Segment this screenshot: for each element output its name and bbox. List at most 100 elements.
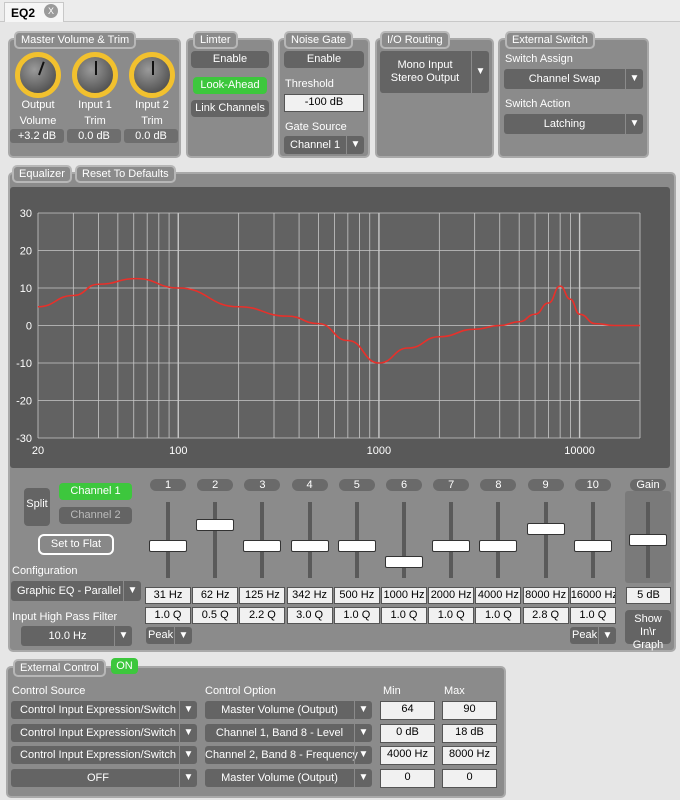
knob-label-2: Trim xyxy=(84,115,106,127)
chevron-down-icon: ▼ xyxy=(354,768,372,787)
control-source-select[interactable]: Control Input Expression/Switch ▼ xyxy=(11,723,197,742)
switch-action-select[interactable]: Latching ▼ xyxy=(504,114,643,134)
band-frequency-field[interactable]: 2000 Hz xyxy=(428,587,475,604)
band-q-field[interactable]: 1.0 Q xyxy=(333,607,380,624)
show-in-graph-button[interactable]: Show In\r Graph xyxy=(625,610,671,651)
control-option-select[interactable]: Channel 1, Band 8 - Level ▼ xyxy=(205,723,372,742)
min-field[interactable]: 4000 Hz xyxy=(380,746,435,765)
max-field[interactable]: 0 xyxy=(442,768,497,788)
external-control-title: External Control xyxy=(13,659,106,677)
gate-source-label: Gate Source xyxy=(285,121,347,133)
band-slider-handle[interactable] xyxy=(432,540,471,552)
band-frequency-field[interactable]: 1000 Hz xyxy=(381,587,427,604)
y-tick-label: 0 xyxy=(26,321,32,333)
band-frequency-field[interactable]: 62 Hz xyxy=(192,587,239,604)
channel-2-button[interactable]: Channel 2 xyxy=(59,507,132,524)
gate-enable-button[interactable]: Enable xyxy=(284,51,364,68)
gain-slider-handle[interactable] xyxy=(629,533,667,546)
close-tab-icon[interactable]: X xyxy=(44,4,58,18)
max-field[interactable]: 18 dB xyxy=(442,723,497,743)
control-option-label: Control Option xyxy=(205,685,276,697)
control-option-select[interactable]: Channel 2, Band 8 - Frequency ▼ xyxy=(205,746,372,764)
band-number: 7 xyxy=(433,479,470,491)
band-frequency-field[interactable]: 16000 Hz xyxy=(569,587,616,604)
knob-label-2: Volume xyxy=(19,115,57,127)
band-slider-handle[interactable] xyxy=(573,540,612,552)
max-field[interactable]: 90 xyxy=(442,701,497,720)
chevron-down-icon: ▼ xyxy=(114,626,132,646)
chevron-down-icon: ▼ xyxy=(179,723,197,742)
knob-value[interactable]: +3.2 dB xyxy=(10,129,64,143)
band-q-field[interactable]: 1.0 Q xyxy=(428,607,475,624)
band-number: 1 xyxy=(150,479,186,491)
band-slider-handle[interactable] xyxy=(337,540,376,552)
y-tick-label: -20 xyxy=(16,396,32,408)
split-button[interactable]: Split xyxy=(24,488,50,526)
control-option-select[interactable]: Master Volume (Output) ▼ xyxy=(205,768,372,787)
link-channels-button[interactable]: Link Channels xyxy=(191,100,269,117)
band-q-field[interactable]: 1.0 Q xyxy=(569,607,616,624)
band-q-field[interactable]: 2.8 Q xyxy=(522,607,569,624)
tab-bar xyxy=(0,0,680,22)
band-slider-handle[interactable] xyxy=(526,522,565,535)
band-slider-handle[interactable] xyxy=(290,540,329,552)
switch-assign-select[interactable]: Channel Swap ▼ xyxy=(504,69,643,89)
min-label: Min xyxy=(383,685,401,697)
external-control-on-toggle[interactable]: ON xyxy=(111,658,138,674)
band-slider-track[interactable] xyxy=(213,502,218,578)
band-q-field[interactable]: 2.2 Q xyxy=(239,607,286,624)
hpf-select[interactable]: 10.0 Hz ▼ xyxy=(21,626,132,646)
io-routing-select[interactable]: Mono Input Stereo Output ▼ xyxy=(380,51,489,93)
band-10-type-select[interactable]: Peak ▼ xyxy=(570,627,616,644)
min-field[interactable]: 0 xyxy=(380,768,435,788)
limiter-enable-button[interactable]: Enable xyxy=(191,51,269,68)
max-field[interactable]: 8000 Hz xyxy=(442,746,497,765)
threshold-field[interactable]: -100 dB xyxy=(284,94,364,112)
channel-1-button[interactable]: Channel 1 xyxy=(59,483,132,500)
chevron-down-icon: ▼ xyxy=(354,746,372,764)
band-q-field[interactable]: 1.0 Q xyxy=(381,607,427,624)
gain-value-field[interactable]: 5 dB xyxy=(626,587,671,604)
master-volume-title: Master Volume & Trim xyxy=(14,31,137,49)
control-source-select[interactable]: OFF ▼ xyxy=(11,768,197,787)
knob-0[interactable] xyxy=(15,52,61,98)
band-q-field[interactable]: 1.0 Q xyxy=(145,607,191,624)
band-frequency-field[interactable]: 8000 Hz xyxy=(522,587,569,604)
chevron-down-icon: ▼ xyxy=(174,627,192,644)
knob-label-2: Trim xyxy=(141,115,163,127)
band-1-type-select[interactable]: Peak ▼ xyxy=(146,627,192,644)
band-frequency-field[interactable]: 4000 Hz xyxy=(475,587,522,604)
band-slider-handle[interactable] xyxy=(149,540,187,552)
band-frequency-field[interactable]: 125 Hz xyxy=(239,587,286,604)
control-source-select[interactable]: Control Input Expression/Switch ▼ xyxy=(11,701,197,719)
y-tick-label: 30 xyxy=(20,208,32,220)
configuration-select[interactable]: Graphic EQ - Parallel ▼ xyxy=(11,581,141,601)
band-q-field[interactable]: 3.0 Q xyxy=(286,607,333,624)
band-slider-handle[interactable] xyxy=(196,518,235,531)
band-frequency-field[interactable]: 342 Hz xyxy=(286,587,333,604)
band-frequency-field[interactable]: 31 Hz xyxy=(145,587,191,604)
min-field[interactable]: 0 dB xyxy=(380,723,435,743)
band-slider-handle[interactable] xyxy=(479,540,518,552)
band-slider-track[interactable] xyxy=(543,502,548,578)
set-to-flat-button[interactable]: Set to Flat xyxy=(38,534,114,555)
gate-source-select[interactable]: Channel 1 ▼ xyxy=(284,136,364,154)
chevron-down-icon: ▼ xyxy=(354,723,372,742)
control-source-select[interactable]: Control Input Expression/Switch ▼ xyxy=(11,746,197,764)
band-slider-handle[interactable] xyxy=(243,540,282,552)
reset-defaults-button[interactable]: Reset To Defaults xyxy=(75,165,176,183)
eq-graph[interactable]: 3020100-10-20-3020 100 1000 10000 xyxy=(10,187,670,468)
band-slider-handle[interactable] xyxy=(385,556,423,568)
min-field[interactable]: 64 xyxy=(380,701,435,720)
knob-value[interactable]: 0.0 dB xyxy=(124,129,178,143)
band-q-field[interactable]: 0.5 Q xyxy=(192,607,239,624)
band-frequency-field[interactable]: 500 Hz xyxy=(333,587,380,604)
chevron-down-icon: ▼ xyxy=(179,701,197,719)
knob-2[interactable] xyxy=(129,52,175,98)
band-q-field[interactable]: 1.0 Q xyxy=(475,607,522,624)
y-tick-label: 10 xyxy=(20,283,32,295)
knob-value[interactable]: 0.0 dB xyxy=(67,129,121,143)
control-option-select[interactable]: Master Volume (Output) ▼ xyxy=(205,701,372,719)
look-ahead-button[interactable]: Look-Ahead xyxy=(193,77,267,94)
knob-1[interactable] xyxy=(72,52,118,98)
